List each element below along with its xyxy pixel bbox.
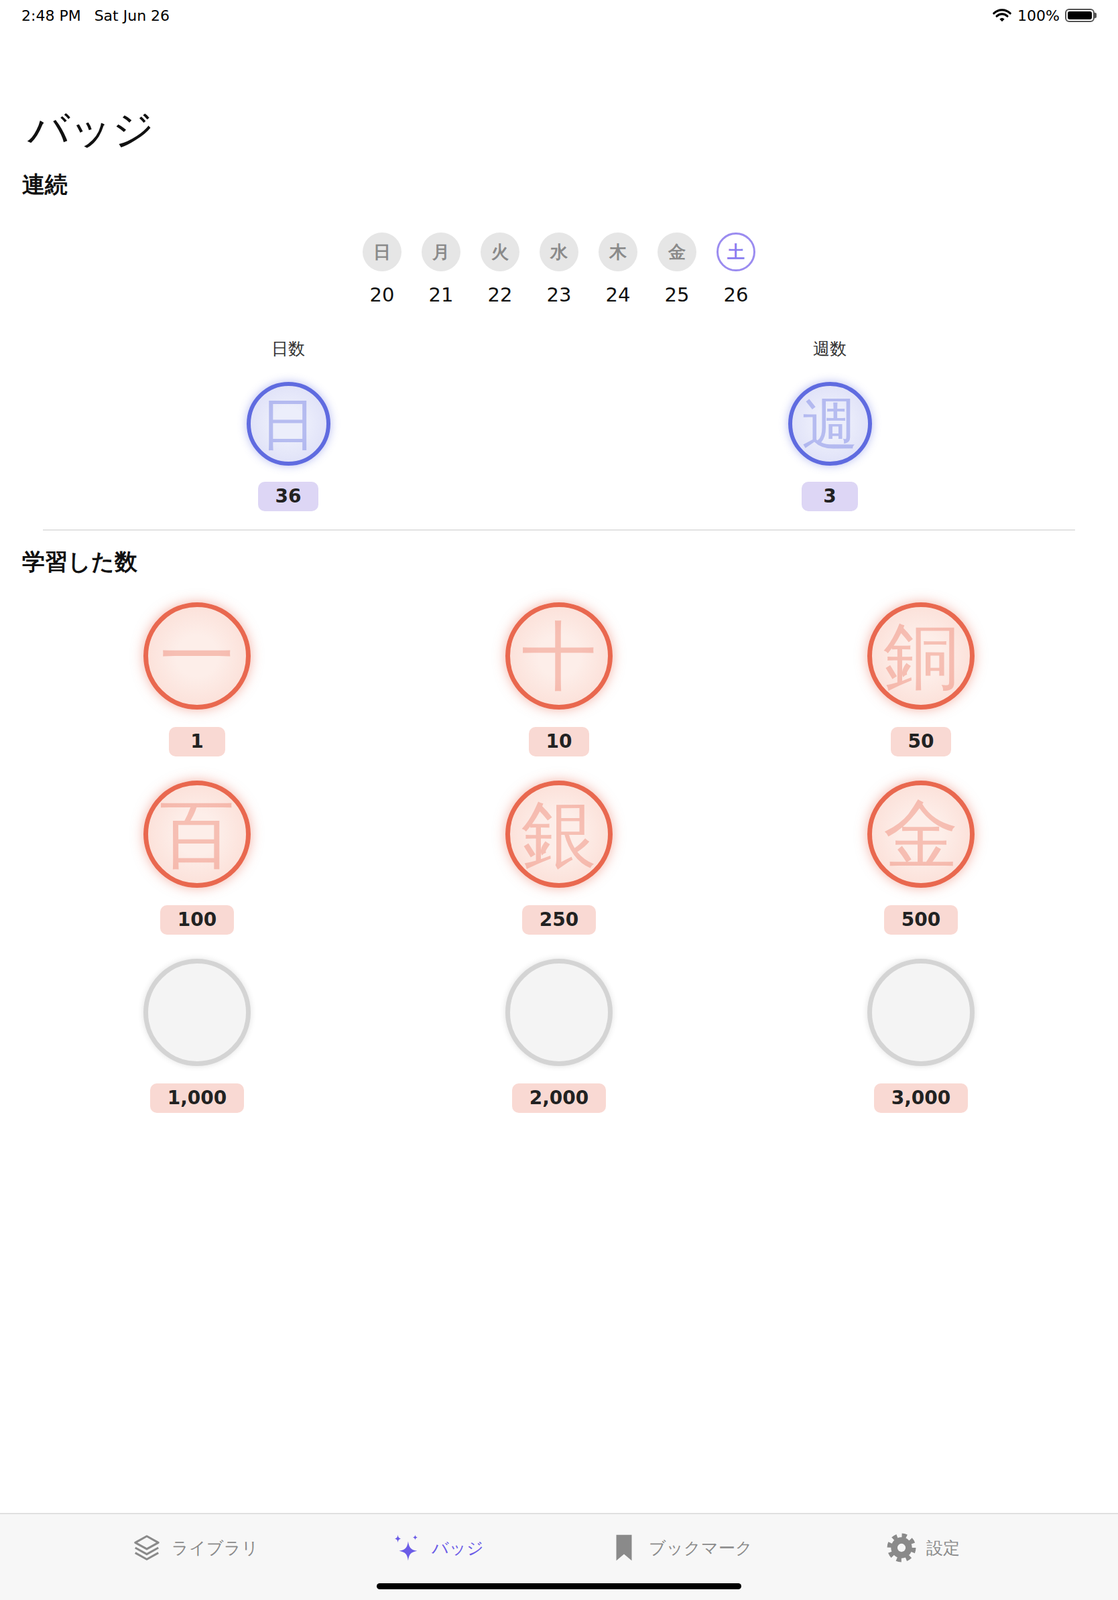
status-bar: 2:48 PM Sat Jun 26 100% (0, 0, 1118, 31)
status-date: Sat Jun 26 (94, 7, 170, 25)
learned-badge: 2,000 (378, 959, 740, 1114)
counter-count: 36 (258, 481, 320, 512)
streak-badge: 日 (246, 382, 331, 466)
bookmark-icon (608, 1532, 640, 1564)
badge-circle: 一 (143, 602, 251, 710)
badge-count: 100 (160, 905, 234, 936)
badge-glyph: 銀 (521, 796, 597, 873)
battery-icon (1065, 8, 1097, 23)
badge-glyph: 百 (159, 796, 235, 873)
divider (42, 529, 1076, 531)
badge-circle: 十 (505, 602, 613, 710)
gear-icon (886, 1532, 917, 1564)
learned-badge: 銅 50 (739, 602, 1102, 757)
home-indicator (376, 1583, 742, 1590)
learned-badge: 1,000 (16, 959, 379, 1114)
badge-glyph: 金 (883, 796, 959, 873)
weekday-circle: 金 (657, 232, 697, 272)
badge-circle (867, 959, 975, 1067)
day-item: 火 22 (480, 232, 520, 307)
tab-label: 設定 (926, 1537, 960, 1560)
badge-count: 3,000 (874, 1083, 969, 1114)
day-item: 月 21 (421, 232, 461, 307)
badge-glyph: 週 (801, 396, 858, 453)
badge-count: 50 (890, 727, 952, 757)
learned-badge: 銀 250 (378, 780, 740, 936)
streak-counters: 日数 日 36週数 週 3 (0, 339, 1118, 512)
wifi-icon (991, 8, 1013, 23)
learned-badge: 一 1 (16, 602, 379, 757)
battery-percent: 100% (1017, 7, 1060, 25)
streak-counter: 日数 日 36 (17, 339, 559, 512)
day-item: 土 26 (716, 232, 756, 307)
learned-badge: 3,000 (739, 959, 1102, 1114)
day-item: 日 20 (362, 232, 402, 307)
day-item: 水 23 (539, 232, 579, 307)
badge-glyph: 一 (159, 618, 235, 694)
badge-count: 10 (528, 727, 590, 757)
learned-badge: 十 10 (378, 602, 740, 757)
badge-count: 1,000 (150, 1083, 245, 1114)
weekday-circle: 日 (362, 232, 402, 272)
badge-circle: 銅 (867, 602, 975, 710)
learned-badges: 一 1十 10銅 50百 100銀 250金 500 1,000 2,000 3… (0, 602, 1118, 1114)
tab-item[interactable]: ライブラリ (73, 1529, 317, 1568)
week-days: 日 20 月 21 火 22 水 23 木 24 金 25 土 26 (0, 232, 1118, 307)
day-date: 21 (428, 283, 454, 307)
tab-item[interactable]: 設定 (801, 1529, 1045, 1568)
badge-circle (505, 959, 613, 1067)
day-item: 木 24 (598, 232, 638, 307)
page-title: バッジ (0, 104, 1118, 155)
counter-label: 日数 (271, 339, 305, 360)
badge-glyph: 銅 (883, 618, 959, 694)
badge-count: 250 (522, 905, 596, 936)
status-time: 2:48 PM (21, 7, 82, 25)
day-date: 24 (605, 283, 631, 307)
day-date: 20 (369, 283, 395, 307)
badge-count: 500 (884, 905, 958, 936)
learned-badge: 百 100 (16, 780, 379, 936)
weekday-circle: 月 (421, 232, 461, 272)
streak-counter: 週数 週 3 (559, 339, 1101, 512)
learned-badge: 金 500 (739, 780, 1102, 936)
weekday-circle: 水 (539, 232, 579, 272)
weekday-circle: 土 (716, 232, 756, 272)
tab-item[interactable]: ブックマーク (559, 1529, 802, 1568)
badge-glyph: 日 (260, 396, 317, 453)
badge-circle: 銀 (505, 780, 613, 889)
tab-label: バッジ (431, 1537, 484, 1560)
badge-glyph: 十 (521, 618, 597, 694)
weekday-circle: 火 (480, 232, 520, 272)
day-date: 26 (723, 283, 749, 307)
badges-screen: 2:48 PM Sat Jun 26 100% バッジ 連続 日 20 月 21 火… (0, 0, 1118, 1600)
counter-label: 週数 (813, 339, 847, 360)
badge-count: 1 (168, 727, 226, 757)
sparkle-icon (391, 1532, 423, 1564)
layers-icon (131, 1532, 163, 1564)
counter-count: 3 (801, 481, 858, 512)
tab-label: ライブラリ (171, 1537, 259, 1560)
tab-item[interactable]: バッジ (316, 1529, 559, 1568)
streak-heading: 連続 (0, 170, 1118, 199)
badge-circle (143, 959, 251, 1067)
badge-count: 2,000 (512, 1083, 607, 1114)
streak-badge: 週 (788, 382, 873, 466)
weekday-circle: 木 (598, 232, 638, 272)
day-date: 23 (546, 283, 572, 307)
badge-circle: 金 (867, 780, 975, 889)
tab-bar: ライブラリ バッジ ブックマーク 設定 (0, 1513, 1118, 1600)
day-date: 25 (664, 283, 690, 307)
day-item: 金 25 (657, 232, 697, 307)
learned-heading: 学習した数 (0, 548, 1118, 576)
day-date: 22 (487, 283, 513, 307)
tab-label: ブックマーク (648, 1537, 753, 1560)
badge-circle: 百 (143, 780, 251, 889)
